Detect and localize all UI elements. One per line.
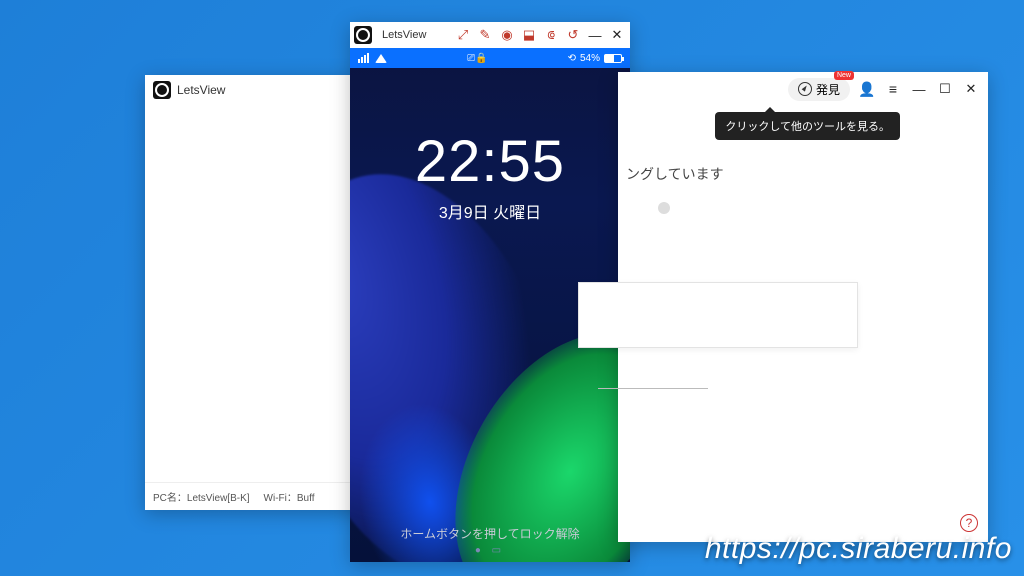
watermark-url: https://pc.siraberu.info bbox=[705, 532, 1012, 566]
minimize-button[interactable]: — bbox=[910, 80, 928, 98]
rotate-icon[interactable]: ↺ bbox=[564, 26, 582, 44]
unlock-hint: ホームボタンを押してロック解除 bbox=[350, 525, 630, 542]
close-icon[interactable]: ✕ bbox=[608, 26, 626, 44]
pin-icon[interactable]: ⬓ bbox=[520, 26, 538, 44]
menu-icon[interactable]: ≡ bbox=[884, 80, 902, 98]
code-input-box[interactable] bbox=[578, 282, 858, 348]
help-icon[interactable]: ? bbox=[960, 514, 978, 532]
close-button[interactable]: ✕ bbox=[962, 80, 980, 98]
right-window-topbar: 発見 New 👤 ≡ — ☐ ✕ bbox=[618, 72, 988, 106]
status-text-fragment: ングしています bbox=[626, 164, 724, 184]
screen-share-icon: ⎚🔒 bbox=[467, 53, 487, 64]
clock-date: 3月9日 火曜日 bbox=[350, 199, 630, 223]
new-badge: New bbox=[834, 71, 854, 80]
battery-icon bbox=[604, 54, 622, 63]
mirror-toolbar: LetsView ⤢ ✎ ◉ ⬓ ⟃ ↺ — ✕ bbox=[350, 22, 630, 48]
lockscreen-clock: 22:55 3月9日 火曜日 bbox=[350, 128, 630, 223]
fullscreen-icon[interactable]: ⤢ bbox=[454, 26, 472, 44]
footer-pc-value: LetsView[B-K] bbox=[187, 493, 250, 504]
footer-wifi-value: Buff bbox=[297, 493, 315, 504]
crop-icon[interactable]: ⟃ bbox=[542, 26, 560, 44]
footer-pc-name: PC名：LetsView[B-K] bbox=[153, 489, 250, 504]
footer-pc-label: PC名： bbox=[153, 493, 187, 504]
page-indicator: ● ▭ bbox=[350, 545, 630, 556]
discover-button[interactable]: 発見 New bbox=[788, 78, 850, 101]
footer-wifi: Wi-Fi：Buff bbox=[264, 489, 315, 504]
help-symbol: ? bbox=[966, 516, 973, 530]
minimize-icon[interactable]: — bbox=[586, 26, 604, 44]
compass-icon bbox=[798, 82, 812, 96]
phone-status-bar: ⎚🔒 ⟲ 54% bbox=[350, 48, 630, 68]
brush-icon[interactable]: ✎ bbox=[476, 26, 494, 44]
footer-wifi-label: Wi-Fi： bbox=[264, 493, 297, 504]
letsview-app-icon bbox=[354, 26, 372, 44]
rotation-lock-icon: ⟲ bbox=[568, 53, 576, 64]
clock-time: 22:55 bbox=[350, 128, 630, 195]
wifi-icon bbox=[375, 54, 387, 63]
signal-icon bbox=[358, 53, 369, 63]
discover-tooltip: クリックして他のツールを見る。 bbox=[715, 112, 900, 140]
user-icon[interactable]: 👤 bbox=[858, 80, 876, 98]
loading-indicator bbox=[658, 202, 670, 214]
letsview-main-window: 発見 New 👤 ≡ — ☐ ✕ クリックして他のツールを見る。 ングしています… bbox=[618, 72, 988, 542]
separator bbox=[598, 388, 708, 389]
left-window-title: LetsView bbox=[177, 83, 225, 97]
record-icon[interactable]: ◉ bbox=[498, 26, 516, 44]
mirror-window-title: LetsView bbox=[382, 29, 426, 41]
letsview-app-icon bbox=[153, 81, 171, 99]
battery-percent: 54% bbox=[580, 53, 600, 64]
maximize-button[interactable]: ☐ bbox=[936, 80, 954, 98]
discover-label: 発見 bbox=[816, 81, 840, 98]
